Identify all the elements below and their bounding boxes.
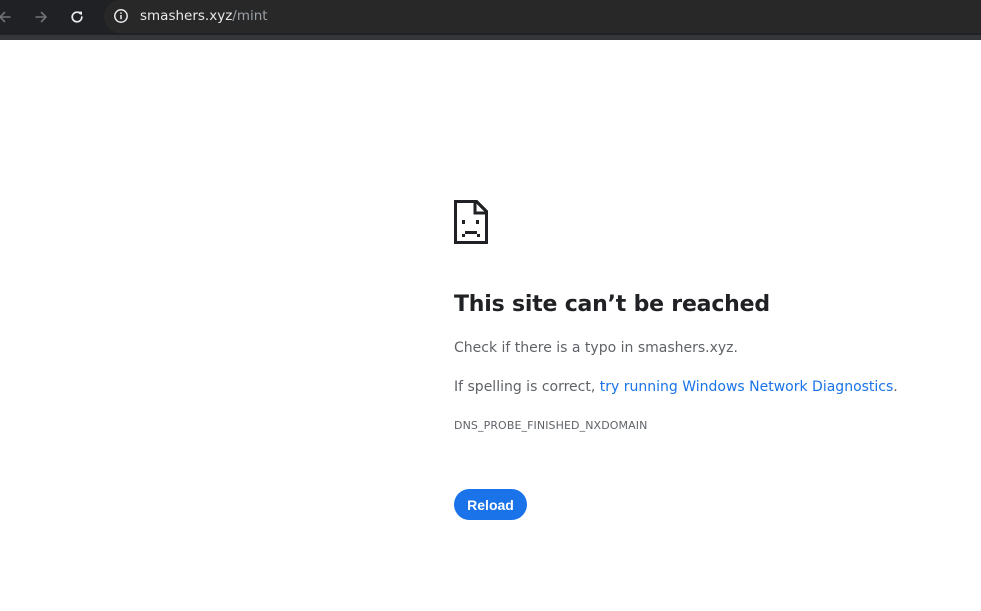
- sad-page-icon: [454, 200, 488, 244]
- toolbar-divider: [0, 35, 981, 40]
- url-path: /mint: [232, 8, 268, 24]
- back-arrow-icon: [0, 11, 11, 23]
- url-text[interactable]: smashers.xyz/mint: [140, 8, 268, 25]
- back-button[interactable]: [0, 4, 18, 30]
- typo-suggestion: Check if there is a typo in smashers.xyz…: [454, 340, 738, 356]
- diagnostics-suggestion: If spelling is correct, try running Wind…: [454, 379, 898, 395]
- url-host: smashers.xyz: [140, 8, 233, 24]
- info-circle-icon: [114, 9, 128, 23]
- site-info-button[interactable]: [110, 5, 132, 27]
- reload-button[interactable]: Reload: [454, 489, 527, 520]
- diagnostics-suffix: .: [893, 379, 898, 395]
- reload-icon: [71, 11, 83, 23]
- diagnostics-link[interactable]: try running Windows Network Diagnostics: [600, 379, 894, 395]
- error-title: This site can’t be reached: [454, 292, 770, 317]
- forward-arrow-icon: [35, 11, 47, 23]
- diagnostics-prefix: If spelling is correct,: [454, 379, 600, 395]
- browser-toolbar: smashers.xyz/mint: [0, 0, 981, 35]
- reload-toolbar-button[interactable]: [64, 4, 90, 30]
- forward-button[interactable]: [28, 4, 54, 30]
- error-code: DNS_PROBE_FINISHED_NXDOMAIN: [454, 419, 648, 432]
- address-bar[interactable]: smashers.xyz/mint: [104, 0, 981, 33]
